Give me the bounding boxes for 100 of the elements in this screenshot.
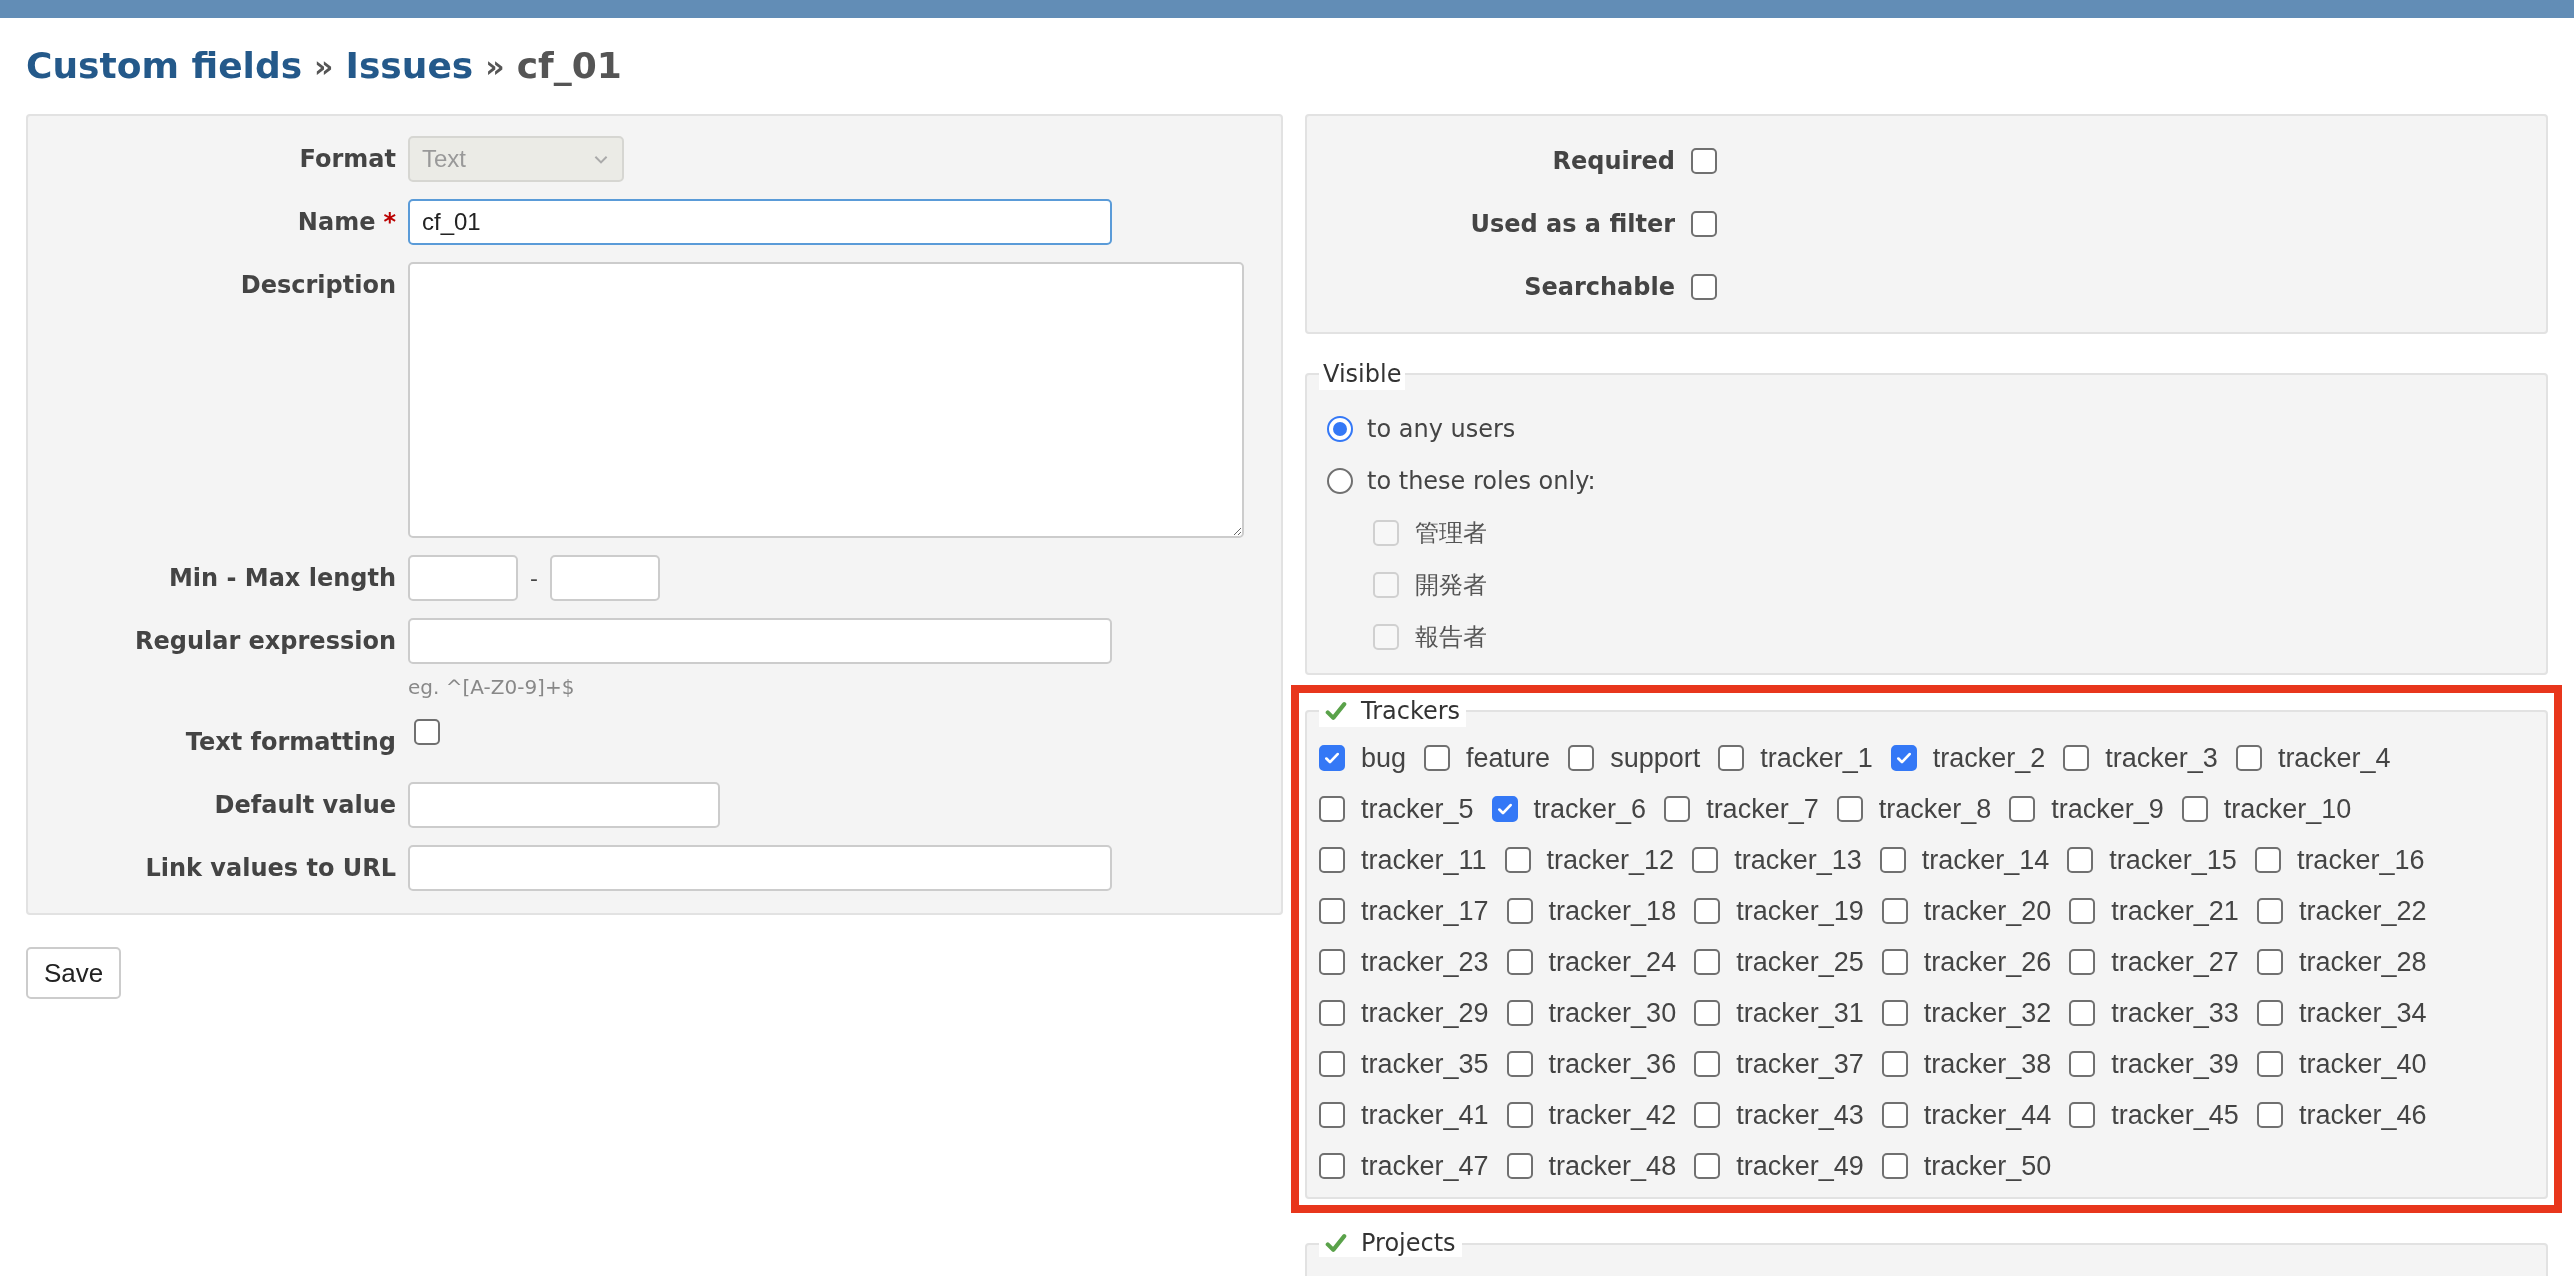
tracker-label: tracker_46: [2298, 1098, 2427, 1131]
tracker-checkbox[interactable]: [2009, 795, 2036, 822]
tracker-checkbox[interactable]: [1568, 744, 1595, 771]
save-button[interactable]: Save: [26, 947, 122, 999]
fieldset-legend: Projects: [1361, 1229, 1456, 1257]
checkbox[interactable]: [414, 719, 440, 745]
tracker-label: tracker_30: [1548, 996, 1677, 1029]
tracker-checkbox[interactable]: [2256, 1050, 2283, 1077]
tracker-checkbox[interactable]: [1694, 948, 1721, 975]
tracker-label: tracker_40: [2298, 1047, 2427, 1080]
tracker-checkbox[interactable]: [1424, 744, 1451, 771]
tracker-checkbox[interactable]: [1319, 1050, 1345, 1077]
text-field[interactable]: [408, 845, 1112, 891]
checkbox[interactable]: [1691, 148, 1717, 174]
text-field[interactable]: cf_01: [408, 199, 1112, 245]
tracker-checkbox[interactable]: [2256, 897, 2283, 924]
field-label: Text formatting: [185, 727, 396, 758]
text-field[interactable]: [408, 782, 720, 828]
max-length-field[interactable]: [549, 555, 660, 601]
tracker-checkbox[interactable]: [1890, 744, 1917, 771]
tracker-label: tracker_17: [1361, 894, 1489, 927]
radio-button[interactable]: [1327, 416, 1353, 442]
tracker-label: bug: [1361, 741, 1407, 774]
tracker-checkbox[interactable]: [1694, 1152, 1721, 1179]
tracker-checkbox[interactable]: [1319, 999, 1345, 1026]
tracker-checkbox[interactable]: [1504, 846, 1531, 873]
tracker-checkbox[interactable]: [2069, 999, 2096, 1026]
tracker-checkbox[interactable]: [1879, 846, 1906, 873]
min-length-field[interactable]: [408, 555, 518, 601]
tracker-checkbox[interactable]: [1319, 897, 1345, 924]
tracker-checkbox[interactable]: [1694, 1101, 1721, 1128]
tracker-checkbox[interactable]: [1491, 795, 1518, 822]
tracker-label: tracker_6: [1533, 792, 1647, 825]
tracker-label: tracker_15: [2109, 843, 2237, 876]
tracker-checkbox[interactable]: [1506, 897, 1533, 924]
tracker-checkbox[interactable]: [2181, 795, 2208, 822]
tracker-checkbox[interactable]: [1506, 1101, 1533, 1128]
radio-button[interactable]: [1327, 468, 1353, 494]
tracker-checkbox[interactable]: [1319, 744, 1345, 771]
tracker-label: tracker_11: [1361, 843, 1487, 876]
tracker-checkbox[interactable]: [2069, 1050, 2096, 1077]
tracker-label: tracker_21: [2111, 894, 2239, 927]
tracker-checkbox[interactable]: [1506, 1152, 1533, 1179]
tracker-checkbox[interactable]: [2256, 1101, 2283, 1128]
tracker-checkbox[interactable]: [1692, 846, 1719, 873]
tracker-label: tracker_41: [1361, 1098, 1489, 1131]
breadcrumb-separator: »: [485, 47, 505, 86]
tracker-checkbox[interactable]: [1836, 795, 1863, 822]
tracker-checkbox[interactable]: [1506, 948, 1533, 975]
role-label: 報告者: [1415, 622, 1487, 653]
tracker-checkbox[interactable]: [2235, 744, 2262, 771]
radio-label: to these roles only:: [1367, 466, 1596, 497]
tracker-checkbox[interactable]: [1881, 1050, 1908, 1077]
field-label: Default value: [214, 790, 396, 821]
tracker-checkbox[interactable]: [1319, 795, 1345, 822]
option-label: Used as a filter: [1470, 209, 1675, 240]
range-separator: -: [530, 564, 538, 593]
tracker-label: tracker_38: [1923, 1047, 2052, 1080]
breadcrumb-link[interactable]: Custom fields: [26, 39, 303, 93]
tracker-label: tracker_34: [2298, 996, 2427, 1029]
role-label: 開発者: [1415, 570, 1487, 601]
tracker-checkbox[interactable]: [2256, 948, 2283, 975]
tracker-checkbox[interactable]: [1881, 999, 1908, 1026]
tracker-checkbox[interactable]: [1881, 948, 1908, 975]
tracker-checkbox[interactable]: [1694, 897, 1721, 924]
tracker-label: tracker_3: [2105, 741, 2218, 774]
tracker-checkbox[interactable]: [1694, 1050, 1721, 1077]
tracker-checkbox[interactable]: [1319, 948, 1345, 975]
tracker-checkbox[interactable]: [1506, 999, 1533, 1026]
breadcrumb-link[interactable]: Issues: [345, 39, 474, 93]
tracker-label: tracker_47: [1361, 1149, 1489, 1182]
tracker-label: tracker_12: [1546, 843, 1675, 876]
tracker-checkbox[interactable]: [2256, 999, 2283, 1026]
tracker-checkbox[interactable]: [2069, 897, 2096, 924]
role-label: 管理者: [1415, 518, 1487, 549]
tracker-checkbox[interactable]: [1718, 744, 1745, 771]
tracker-checkbox[interactable]: [1506, 1050, 1533, 1077]
field-label: Description: [240, 270, 396, 301]
tracker-checkbox[interactable]: [2069, 948, 2096, 975]
tracker-label: tracker_19: [1736, 894, 1864, 927]
field-label: Min - Max length: [168, 563, 396, 594]
checkbox[interactable]: [1691, 211, 1717, 237]
tracker-label: tracker_13: [1734, 843, 1862, 876]
tracker-checkbox[interactable]: [1664, 795, 1691, 822]
tracker-checkbox[interactable]: [1319, 1101, 1345, 1128]
tracker-label: tracker_50: [1923, 1149, 2052, 1182]
tracker-checkbox[interactable]: [1319, 1152, 1345, 1179]
tracker-checkbox[interactable]: [2069, 1101, 2096, 1128]
tracker-checkbox[interactable]: [2254, 846, 2281, 873]
checkbox[interactable]: [1691, 274, 1717, 300]
tracker-checkbox[interactable]: [1881, 1152, 1908, 1179]
text-field[interactable]: [408, 618, 1112, 664]
tracker-checkbox[interactable]: [1694, 999, 1721, 1026]
tracker-checkbox[interactable]: [1319, 846, 1345, 873]
tracker-checkbox[interactable]: [1881, 1101, 1908, 1128]
tracker-checkbox[interactable]: [1881, 897, 1908, 924]
tracker-checkbox[interactable]: [2067, 846, 2094, 873]
tracker-label: tracker_1: [1760, 741, 1873, 774]
tracker-label: tracker_31: [1736, 996, 1864, 1029]
tracker-checkbox[interactable]: [2063, 744, 2090, 771]
